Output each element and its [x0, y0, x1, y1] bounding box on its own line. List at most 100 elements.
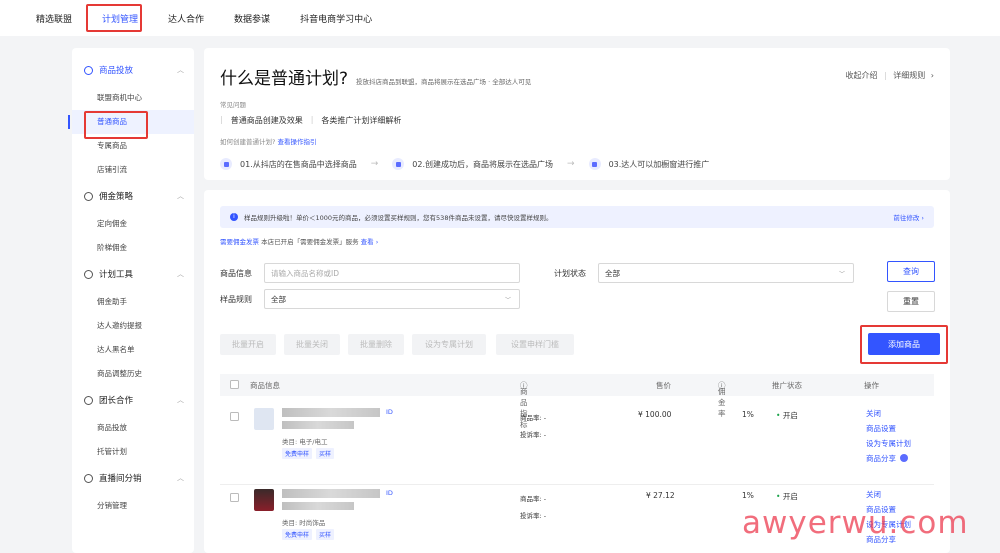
step-2: 02.创建成功后，商品将展示在选品广场 [392, 158, 553, 170]
sidebar-group-header[interactable]: 计划工具 ︿ [72, 266, 194, 282]
sidebar-item-commission-assistant[interactable]: 佣金助手 [72, 290, 194, 314]
product-filter: 商品信息 请输入商品名称或ID [220, 263, 520, 283]
col-metrics: 商品指标 ⓘ [520, 381, 528, 429]
product-tags: 免费申样 买样 [282, 529, 338, 540]
sidebar-item-targeted-commission[interactable]: 定向佣金 [72, 212, 194, 236]
product-price: ¥ 100.00 [638, 410, 672, 419]
product-title-blurred [282, 408, 380, 417]
faq-link-creation[interactable]: 普通商品创建及效果 [231, 115, 303, 126]
sidebar-group-leader-coop: 团长合作 ︿ 商品投放 托管计划 [72, 392, 194, 464]
product-tags: 免费申样 买样 [282, 448, 338, 459]
sidebar-item-influencer-invite[interactable]: 达人邀约提报 [72, 314, 194, 338]
view-link[interactable]: 查看 › [361, 238, 379, 246]
product-settings-link[interactable]: 商品设置 [866, 421, 911, 436]
faq-links: | 普通商品创建及效果 | 各类推广计划详细解析 [220, 115, 402, 126]
sidebar-group-header[interactable]: 直播间分销 ︿ [72, 470, 194, 486]
intro-links: 收起介绍 | 详细规则 › [845, 71, 934, 80]
set-sample-threshold-button[interactable]: 设置申样门槛 [496, 334, 574, 355]
chevron-down-icon: ﹀ [504, 296, 511, 304]
collapse-intro-link[interactable]: 收起介绍 [845, 71, 877, 80]
invoice-note: 需要佣金发票 本店已开启「需要佣金发票」服务 查看 › [220, 238, 379, 246]
nav-data-advisor[interactable]: 数据参谋 [230, 8, 274, 29]
sample-filter: 样品规则 全部 ﹀ [220, 289, 520, 309]
sidebar-item-normal-products[interactable]: 普通商品 [68, 110, 194, 134]
row-checkbox[interactable] [230, 412, 239, 421]
set-exclusive-link[interactable]: 设为专属计划 [866, 436, 911, 451]
step-1: 01.从抖店的在售商品中选择商品 [220, 158, 357, 170]
sidebar-item-store-traffic[interactable]: 店铺引流 [72, 158, 194, 182]
live-icon [84, 473, 93, 483]
sidebar-item-leader-delivery[interactable]: 商品投放 [72, 416, 194, 440]
detail-rules-link[interactable]: 详细规则 [893, 71, 925, 80]
reset-button[interactable]: 重置 [887, 291, 935, 312]
sidebar-item-distribution-management[interactable]: 分销管理 [72, 494, 194, 518]
table-row: ID 类目: 电子/电工 免费申样 买样 商品率: - 投诉率: - ¥ 100.… [220, 404, 934, 476]
sample-rule-select[interactable]: 全部 ﹀ [264, 289, 520, 309]
sidebar-item-exclusive-products[interactable]: 专属商品 [72, 134, 194, 158]
shop-icon [220, 158, 232, 170]
batch-open-button[interactable]: 批量开启 [220, 334, 276, 355]
arrow-right-icon: → [370, 159, 379, 169]
promotion-status: • 开启 [776, 411, 798, 420]
col-operations: 操作 [864, 381, 879, 390]
id-label: ID [386, 489, 393, 497]
product-id-blurred [282, 421, 354, 429]
product-icon [84, 65, 93, 75]
product-title-blurred [282, 489, 380, 498]
showcase-icon [392, 158, 405, 170]
page-subtitle: 投放抖店商品到联盟，商品将展示在选品广场 · 全部达人可见 [356, 78, 532, 86]
nav-influencer-cooperation[interactable]: 达人合作 [164, 8, 208, 29]
sidebar-item-product-history[interactable]: 商品调整历史 [72, 362, 194, 386]
product-search-input[interactable]: 请输入商品名称或ID [264, 263, 520, 283]
commission-rate: 1% [742, 410, 754, 419]
sidebar-group-live-distribution: 直播间分销 ︿ 分销管理 [72, 470, 194, 518]
nav-learning-center[interactable]: 抖音电商学习中心 [296, 8, 376, 29]
guide-link[interactable]: 查看操作指引 [278, 138, 317, 146]
product-price: ¥ 27.12 [646, 491, 675, 500]
page-title: 什么是普通计划? 投放抖店商品到联盟，商品将展示在选品广场 · 全部达人可见 [220, 69, 532, 89]
chevron-right-icon: › [930, 71, 934, 80]
sidebar-group-product-delivery: 商品投放 ︿ 联盟商机中心 普通商品 专属商品 店铺引流 [68, 62, 194, 182]
chevron-up-icon: ︿ [177, 396, 184, 404]
sidebar-group-header[interactable]: 团长合作 ︿ [72, 392, 194, 408]
batch-close-button[interactable]: 批量关闭 [284, 334, 340, 355]
add-product-button[interactable]: 添加商品 [868, 333, 940, 355]
info-icon: i [230, 213, 238, 221]
influencer-icon [588, 158, 601, 170]
steps: 01.从抖店的在售商品中选择商品 → 02.创建成功后，商品将展示在选品广场 →… [220, 158, 934, 170]
status-filter: 计划状态 全部 ﹀ [554, 263, 854, 283]
top-navigation: 精选联盟 计划管理 达人合作 数据参谋 抖音电商学习中心 [0, 0, 1000, 36]
sidebar-item-opportunity-center[interactable]: 联盟商机中心 [72, 86, 194, 110]
product-thumbnail [254, 489, 274, 511]
close-link[interactable]: 关闭 [866, 487, 911, 502]
batch-delete-button[interactable]: 批量删除 [348, 334, 404, 355]
sidebar-group-header[interactable]: 商品投放 ︿ [72, 62, 194, 78]
faq-link-plan-analysis[interactable]: 各类推广计划详细解析 [321, 115, 401, 126]
select-all-checkbox[interactable] [230, 380, 239, 389]
sidebar-item-influencer-blacklist[interactable]: 达人黑名单 [72, 338, 194, 362]
set-exclusive-button[interactable]: 设为专属计划 [412, 334, 486, 355]
sidebar-group-header[interactable]: 佣金策略 ︿ [72, 188, 194, 204]
row-checkbox[interactable] [230, 493, 239, 502]
query-button[interactable]: 查询 [887, 261, 935, 282]
id-label: ID [386, 408, 393, 416]
nav-selected-alliance[interactable]: 精选联盟 [32, 8, 76, 29]
nav-plan-management[interactable]: 计划管理 [98, 8, 142, 29]
chevron-down-icon: ﹀ [838, 270, 845, 278]
sample-rule-notice: i 样品规则升级啦！单价＜1000元的商品，必须设置买样规则，您有538件商品未… [220, 206, 934, 228]
table-header: 商品信息 商品指标 ⓘ 售价 佣金率 ⓘ 推广状态 操作 [220, 374, 934, 429]
chevron-up-icon: ︿ [177, 66, 184, 74]
go-modify-link[interactable]: 前往修改 › [893, 212, 924, 222]
chevron-up-icon: ︿ [177, 270, 184, 278]
step-3: 03.达人可以加橱窗进行推广 [588, 158, 709, 170]
share-product-link[interactable]: 商品分享 [866, 451, 911, 466]
commission-icon [84, 191, 93, 201]
sidebar-item-tiered-commission[interactable]: 阶梯佣金 [72, 236, 194, 260]
commission-rate: 1% [742, 491, 754, 500]
sidebar-item-managed-plan[interactable]: 托管计划 [72, 440, 194, 464]
team-icon [84, 395, 93, 405]
status-select[interactable]: 全部 ﹀ [598, 263, 854, 283]
share-dot-icon [900, 454, 909, 462]
metric-product-rate: 商品率: - [520, 495, 547, 503]
close-link[interactable]: 关闭 [866, 406, 911, 421]
